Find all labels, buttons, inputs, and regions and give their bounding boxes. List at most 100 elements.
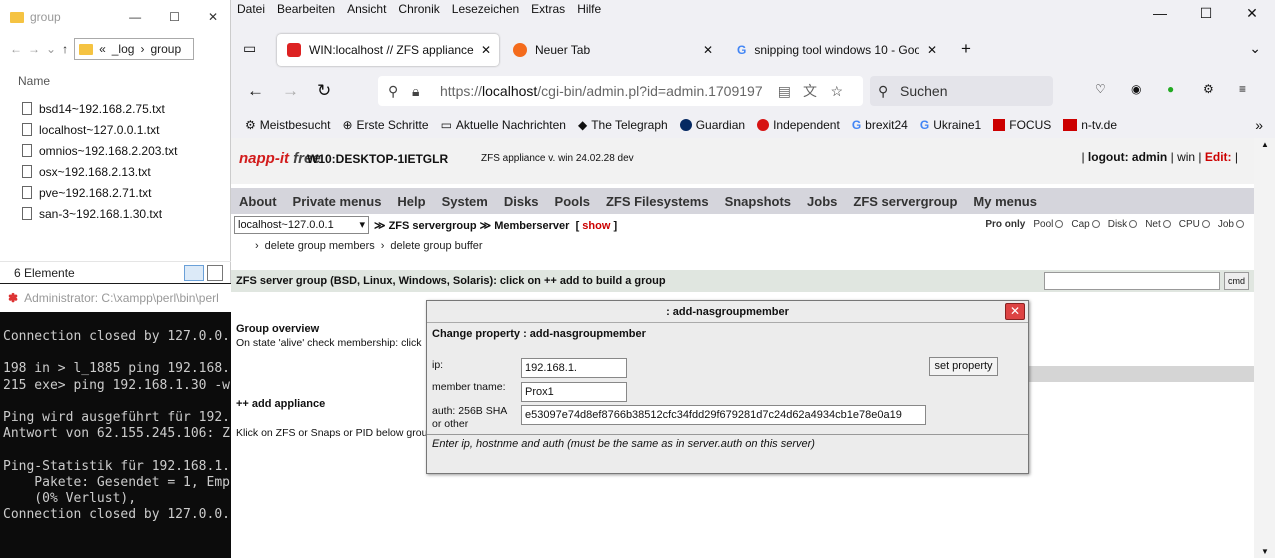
tab-napp-it[interactable]: WIN:localhost // ZFS appliance ✕ xyxy=(277,34,499,66)
nav-help[interactable]: Help xyxy=(397,194,425,209)
filter-net[interactable]: Net xyxy=(1145,219,1171,230)
path-part[interactable]: group xyxy=(150,42,181,56)
extensions-icon[interactable]: ⚙ xyxy=(1203,82,1214,96)
bookmark-star-icon[interactable]: ☆ xyxy=(830,83,843,100)
filter-disk[interactable]: Disk xyxy=(1108,219,1138,230)
crumb-servergroup[interactable]: ≫ ZFS servergroup xyxy=(374,220,477,232)
nav-jobs[interactable]: Jobs xyxy=(807,194,837,209)
show-link[interactable]: show xyxy=(582,220,610,232)
filter-pool[interactable]: Pool xyxy=(1033,219,1064,230)
filter-job[interactable]: Job xyxy=(1218,219,1244,230)
back-arrow-icon[interactable]: ← xyxy=(10,42,22,56)
tab-google[interactable]: G snipping tool windows 10 - Goo ✕ xyxy=(727,34,945,66)
lock-icon[interactable]: 🔒︎ xyxy=(412,83,419,100)
add-appliance-link[interactable]: ++ add appliance xyxy=(236,398,325,410)
nav-my-menus[interactable]: My menus xyxy=(973,194,1037,209)
nav-pools[interactable]: Pools xyxy=(555,194,590,209)
nav-disks[interactable]: Disks xyxy=(504,194,539,209)
menu-ansicht[interactable]: Ansicht xyxy=(347,2,386,16)
url-bar[interactable]: ⚲ 🔒︎ https://localhost/cgi-bin/admin.pl?… xyxy=(378,76,863,106)
path-part[interactable]: _log xyxy=(112,42,135,56)
file-item[interactable]: omnios~192.168.2.203.txt xyxy=(0,140,230,161)
cmd-button[interactable]: cmd xyxy=(1224,272,1249,290)
search-box[interactable]: ⚲ Suchen xyxy=(870,76,1053,106)
name-column-header[interactable]: Name xyxy=(0,64,230,98)
menu-chronik[interactable]: Chronik xyxy=(398,2,439,16)
bookmark-aktuelle-nachrichten[interactable]: ▭ Aktuelle Nachrichten xyxy=(441,118,566,132)
set-property-button[interactable]: set property xyxy=(929,357,998,376)
pocket-icon[interactable]: ♡ xyxy=(1095,82,1106,96)
logout-link[interactable]: logout: xyxy=(1088,150,1129,164)
minimize-icon[interactable]: — xyxy=(1137,0,1183,26)
close-icon[interactable]: ✕ xyxy=(1005,303,1025,320)
account-icon[interactable]: ◉ xyxy=(1131,82,1141,96)
file-item[interactable]: pve~192.168.2.71.txt xyxy=(0,182,230,203)
nav-about[interactable]: About xyxy=(239,194,277,209)
nav-private-menus[interactable]: Private menus xyxy=(293,194,382,209)
nav-snapshots[interactable]: Snapshots xyxy=(725,194,791,209)
maximize-icon[interactable]: ☐ xyxy=(169,10,180,24)
tab-list-icon[interactable]: ▭ xyxy=(243,40,256,57)
crumb-memberserver[interactable]: ≫ Memberserver xyxy=(480,220,570,232)
close-icon[interactable]: ✕ xyxy=(208,10,218,24)
auth-field[interactable]: e53097e74d8ef8766b38512cfc34fdd29f679281… xyxy=(521,405,926,425)
up-arrow-icon[interactable]: ↑ xyxy=(62,42,68,56)
reader-view-icon[interactable]: ▤ xyxy=(773,82,791,100)
bookmark-meistbesucht[interactable]: ⚙ Meistbesucht xyxy=(245,118,330,132)
file-item[interactable]: san-3~192.168.1.30.txt xyxy=(0,203,230,224)
close-tab-icon[interactable]: ✕ xyxy=(927,43,937,57)
chevron-down-icon[interactable]: ⌄ xyxy=(1249,40,1261,57)
file-item[interactable]: osx~192.168.2.13.txt xyxy=(0,161,230,182)
menu-bearbeiten[interactable]: Bearbeiten xyxy=(277,2,335,16)
reload-icon[interactable]: ↻ xyxy=(317,81,331,101)
extension-icon[interactable]: ● xyxy=(1167,82,1174,96)
translate-icon[interactable]: 文 xyxy=(803,81,817,101)
delete-group-members-link[interactable]: delete group members xyxy=(265,240,375,252)
bookmark-ntv[interactable]: n-tv.de xyxy=(1063,118,1117,132)
bookmark-independent[interactable]: Independent xyxy=(757,118,840,132)
cmd-input[interactable] xyxy=(1044,272,1220,290)
cmd-output[interactable]: Connection closed by 127.0.0. 198 in > l… xyxy=(0,312,231,523)
file-item[interactable]: localhost~127.0.0.1.txt xyxy=(0,119,230,140)
menu-hilfe[interactable]: Hilfe xyxy=(577,2,601,16)
tab-new-tab[interactable]: Neuer Tab ✕ xyxy=(503,34,721,66)
site-info-icon[interactable]: ⚲ xyxy=(388,83,398,100)
nav-zfs-filesystems[interactable]: ZFS Filesystems xyxy=(606,194,709,209)
host-select[interactable]: localhost~127.0.0.1 xyxy=(234,216,369,234)
explorer-path[interactable]: « _log › group xyxy=(74,38,195,60)
minimize-icon[interactable]: — xyxy=(129,10,141,24)
bookmark-brexit24[interactable]: Gbrexit24 xyxy=(852,118,908,132)
details-view-icon[interactable] xyxy=(184,264,204,281)
bookmark-focus[interactable]: FOCUS xyxy=(993,118,1051,132)
win-link[interactable]: win xyxy=(1177,150,1195,164)
forward-arrow-icon[interactable]: → xyxy=(28,42,40,56)
page-scrollbar[interactable]: ▲ ▼ xyxy=(1254,138,1275,558)
forward-icon[interactable]: → xyxy=(282,81,299,101)
close-tab-icon[interactable]: ✕ xyxy=(481,43,491,57)
tiles-view-icon[interactable] xyxy=(207,264,223,281)
menu-extras[interactable]: Extras xyxy=(531,2,565,16)
filter-cap[interactable]: Cap xyxy=(1071,219,1100,230)
scroll-down-icon[interactable]: ▼ xyxy=(1261,547,1269,556)
file-item[interactable]: bsd14~192.168.2.75.txt xyxy=(0,98,230,119)
bookmark-ukraine1[interactable]: G Ukraine1 xyxy=(920,118,981,132)
filter-cpu[interactable]: CPU xyxy=(1179,219,1210,230)
close-tab-icon[interactable]: ✕ xyxy=(703,43,713,57)
bookmark-erste-schritte[interactable]: ⊕ Erste Schritte xyxy=(342,118,428,132)
hamburger-menu-icon[interactable]: ≡ xyxy=(1239,82,1246,96)
back-icon[interactable]: ← xyxy=(247,81,264,101)
bookmark-guardian[interactable]: Guardian xyxy=(679,118,745,132)
nav-system[interactable]: System xyxy=(442,194,488,209)
menu-lesezeichen[interactable]: Lesezeichen xyxy=(452,2,519,16)
edit-link[interactable]: Edit: xyxy=(1205,150,1232,164)
close-icon[interactable]: ✕ xyxy=(1229,0,1275,26)
new-tab-icon[interactable]: + xyxy=(961,39,971,59)
more-bookmarks-icon[interactable]: » xyxy=(1255,117,1263,133)
tname-field[interactable]: Prox1 xyxy=(521,382,627,402)
bookmark-telegraph[interactable]: ◆ The Telegraph xyxy=(578,118,668,132)
scroll-up-icon[interactable]: ▲ xyxy=(1261,140,1269,149)
delete-group-buffer-link[interactable]: delete group buffer xyxy=(390,240,482,252)
maximize-icon[interactable]: ☐ xyxy=(1183,0,1229,26)
ip-field[interactable]: 192.168.1. xyxy=(521,358,627,378)
nav-zfs-servergroup[interactable]: ZFS servergroup xyxy=(853,194,957,209)
